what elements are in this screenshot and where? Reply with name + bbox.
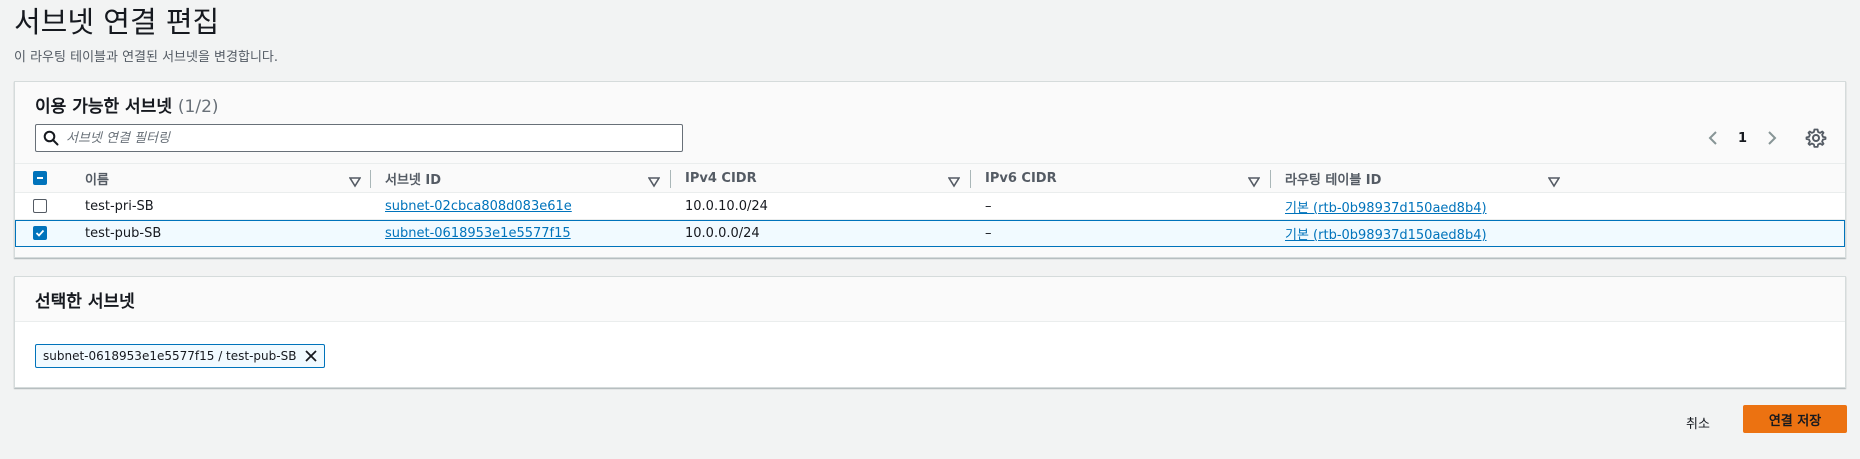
subnet-id-link[interactable]: subnet-02cbca808d083e61e (385, 199, 572, 214)
column-header-ipv6-cidr[interactable]: IPv6 CIDR (985, 164, 1057, 192)
page-number[interactable]: 1 (1738, 131, 1747, 146)
table-row[interactable]: test-pub-SB subnet-0618953e1e5577f15 10.… (15, 220, 1845, 247)
sort-down-icon[interactable] (947, 173, 961, 188)
sort-down-icon[interactable] (348, 173, 362, 188)
available-subnets-header: 이용 가능한 서브넷 (1/2) (35, 92, 219, 117)
ipv4-cidr: 10.0.10.0/24 (685, 198, 768, 214)
sort-down-icon[interactable] (647, 173, 661, 188)
pagination: 1 (1706, 128, 1779, 148)
column-divider[interactable] (1270, 170, 1271, 188)
sort-down-icon[interactable] (1247, 173, 1261, 188)
selected-subnet-token-label: subnet-0618953e1e5577f15 / test-pub-SB (43, 349, 297, 363)
ipv6-cidr: – (985, 198, 992, 214)
column-header-subnet-id[interactable]: 서브넷 ID (385, 164, 441, 192)
save-associations-button[interactable]: 연결 저장 (1743, 405, 1847, 433)
subnet-id-link[interactable]: subnet-0618953e1e5577f15 (385, 226, 571, 241)
column-divider[interactable] (370, 170, 371, 188)
cancel-button[interactable]: 취소 (1682, 408, 1714, 436)
available-subnets-title: 이용 가능한 서브넷 (35, 97, 172, 117)
subnet-name: test-pub-SB (85, 225, 162, 241)
available-subnets-panel: 이용 가능한 서브넷 (1/2) 1 이름 (14, 81, 1846, 258)
select-all-cell[interactable] (33, 164, 47, 192)
table-header: 이름 서브넷 ID IPv4 CIDR IPv6 CIDR 라우팅 테이블 ID (15, 163, 1845, 193)
subnet-table: 이름 서브넷 ID IPv4 CIDR IPv6 CIDR 라우팅 테이블 ID… (15, 163, 1845, 247)
selected-subnet-token: subnet-0618953e1e5577f15 / test-pub-SB (35, 344, 326, 368)
selected-subnets-panel: 선택한 서브넷 subnet-0618953e1e5577f15 / test-… (14, 276, 1846, 388)
selected-subnets-header (15, 277, 1845, 321)
selected-subnets-title: 선택한 서브넷 (35, 292, 135, 312)
row-checkbox[interactable] (33, 199, 47, 213)
route-table-link[interactable]: 기본 (rtb-0b98937d150aed8b4) (1285, 197, 1487, 216)
search-icon (36, 130, 66, 146)
close-icon[interactable] (304, 349, 318, 363)
column-divider[interactable] (970, 170, 971, 188)
subnet-name: test-pri-SB (85, 198, 154, 214)
column-header-name[interactable]: 이름 (85, 164, 109, 192)
page-title: 서브넷 연결 편집 (14, 5, 220, 39)
table-row[interactable]: test-pri-SB subnet-02cbca808d083e61e 10.… (15, 193, 1845, 220)
ipv4-cidr: 10.0.0.0/24 (685, 225, 760, 241)
column-header-ipv4-cidr[interactable]: IPv4 CIDR (685, 164, 757, 192)
ipv6-cidr: – (985, 225, 992, 241)
row-checkbox[interactable] (33, 226, 47, 240)
sort-down-icon[interactable] (1547, 173, 1561, 188)
subnet-filter-input[interactable] (66, 126, 682, 150)
route-table-link[interactable]: 기본 (rtb-0b98937d150aed8b4) (1285, 224, 1487, 243)
select-all-checkbox[interactable] (33, 171, 47, 185)
chevron-left-icon[interactable] (1706, 128, 1720, 148)
page-description: 이 라우팅 테이블과 연결된 서브넷을 변경합니다. (14, 50, 278, 65)
divider (15, 321, 1845, 322)
column-divider[interactable] (670, 170, 671, 188)
column-header-route-table-id[interactable]: 라우팅 테이블 ID (1285, 164, 1381, 192)
gear-icon[interactable] (1805, 127, 1827, 149)
available-subnets-count: (1/2) (177, 97, 219, 117)
chevron-right-icon[interactable] (1765, 128, 1779, 148)
subnet-filter-box[interactable] (35, 124, 683, 152)
